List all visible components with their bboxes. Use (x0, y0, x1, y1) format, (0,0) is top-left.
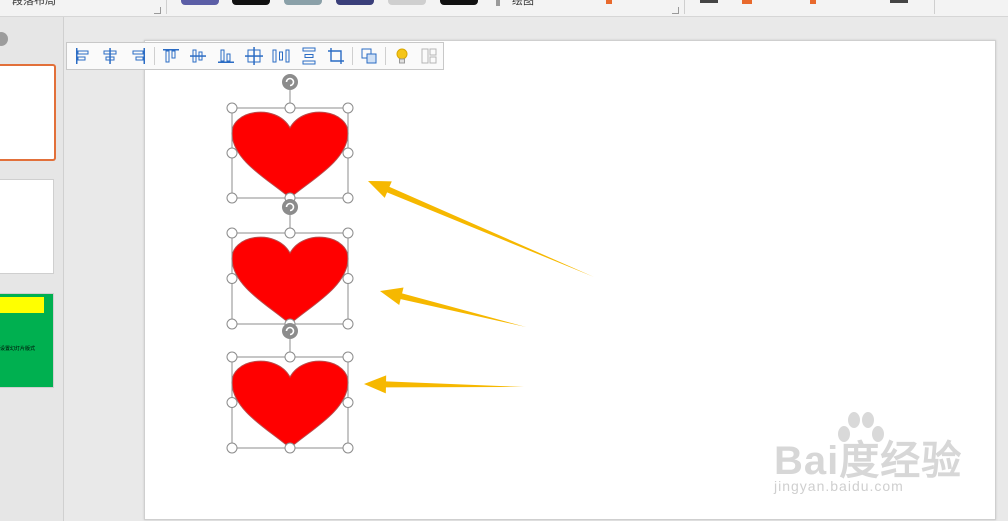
watermark: Bai度经验 jingyan.baidu.com (774, 408, 964, 498)
rotate-handle-icon[interactable] (282, 74, 298, 90)
resize-handle[interactable] (226, 397, 238, 408)
resize-handle[interactable] (226, 442, 238, 454)
resize-handle[interactable] (226, 192, 238, 204)
resize-handle[interactable] (342, 318, 354, 330)
annotation-arrow-2[interactable] (380, 287, 526, 327)
rotate-handle-icon[interactable] (282, 199, 298, 215)
resize-handle[interactable] (226, 227, 238, 239)
resize-handle[interactable] (342, 397, 354, 408)
resize-handle[interactable] (342, 273, 354, 284)
heart-shape-1[interactable] (231, 111, 349, 199)
resize-handle[interactable] (226, 102, 238, 114)
resize-handle[interactable] (226, 273, 238, 284)
resize-handle[interactable] (226, 147, 238, 159)
heart-shape-3[interactable] (231, 360, 349, 449)
resize-handle[interactable] (342, 147, 354, 159)
resize-handle[interactable] (342, 102, 354, 114)
resize-handle[interactable] (284, 442, 296, 454)
annotation-arrow-1[interactable] (368, 181, 594, 277)
resize-handle[interactable] (284, 351, 296, 363)
resize-handle[interactable] (342, 351, 354, 363)
heart-shape-2[interactable] (231, 236, 349, 325)
rotate-handle-icon[interactable] (282, 323, 298, 339)
resize-handle[interactable] (342, 227, 354, 239)
annotation-arrow-3[interactable] (364, 375, 524, 394)
resize-handle[interactable] (226, 318, 238, 330)
resize-handle[interactable] (226, 351, 238, 363)
resize-handle[interactable] (342, 192, 354, 204)
watermark-url: jingyan.baidu.com (774, 478, 904, 494)
resize-handle[interactable] (284, 227, 296, 239)
resize-handle[interactable] (342, 442, 354, 454)
resize-handle[interactable] (284, 102, 296, 114)
